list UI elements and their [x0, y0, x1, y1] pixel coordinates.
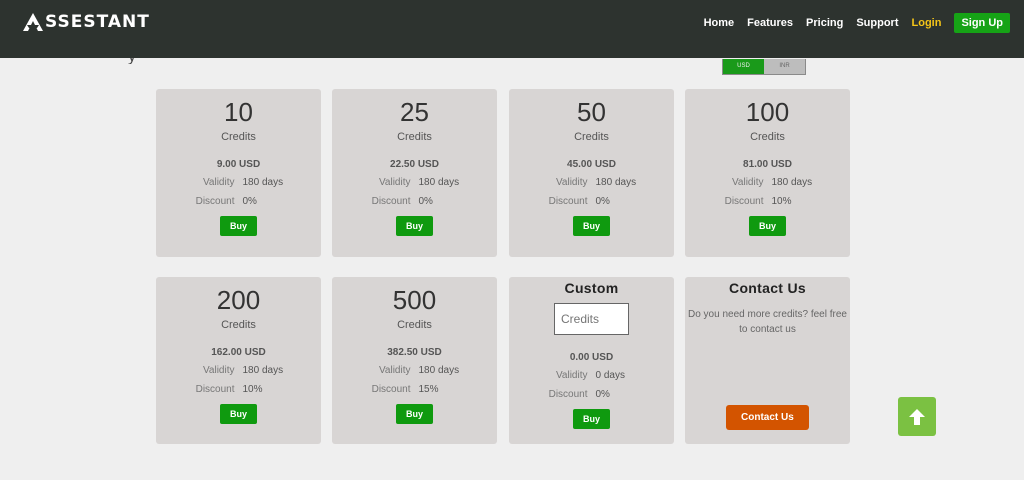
discount-label: Discount: [371, 384, 411, 395]
plan-price: 81.00 USD: [743, 159, 792, 170]
plan-price: 22.50 USD: [390, 159, 439, 170]
plan-card-10: 10 Credits 9.00 USD Validity 180 days Dis…: [156, 89, 321, 257]
main-nav: Home Features Pricing Support Login Sign…: [704, 13, 1010, 33]
logo-a-icon: [23, 13, 43, 31]
discount-value: 10%: [771, 196, 792, 207]
scroll-to-top-button[interactable]: [898, 397, 936, 436]
discount-value: 10%: [242, 384, 263, 395]
validity-value: 180 days: [418, 177, 460, 188]
discount-value: 0%: [418, 196, 433, 207]
discount-label: Discount: [724, 196, 764, 207]
discount-label: Discount: [195, 384, 235, 395]
validity-label: Validity: [203, 177, 235, 188]
plan-credits-amount: 50: [577, 97, 606, 127]
discount-label: Discount: [548, 196, 588, 207]
navbar: SSESTANT Home Features Pricing Support L…: [0, 0, 1024, 58]
validity-label: Validity: [556, 370, 588, 381]
custom-plan-card: Custom 0.00 USD Validity 0 days Discount 0…: [509, 277, 674, 444]
plan-card-50: 50 Credits 45.00 USD Validity 180 days Di…: [509, 89, 674, 257]
buy-button[interactable]: Buy: [748, 216, 786, 236]
custom-credits-input[interactable]: [554, 303, 629, 335]
discount-label: Discount: [371, 196, 411, 207]
plan-credits-label: Credits: [574, 131, 609, 143]
brand-name: SSESTANT: [45, 12, 150, 32]
arrow-up-icon: [909, 408, 925, 425]
validity-value: 0 days: [595, 370, 625, 381]
plan-credits-amount: 100: [745, 97, 790, 127]
plan-credits-label: Credits: [397, 131, 432, 143]
buy-button[interactable]: Buy: [219, 404, 257, 424]
signup-button[interactable]: Sign Up: [954, 13, 1010, 33]
validity-value: 180 days: [242, 177, 284, 188]
section-heading-clipped: y: [120, 58, 160, 64]
nav-support-link[interactable]: Support: [856, 17, 898, 29]
plan-credits-amount: 500: [392, 285, 437, 315]
nav-pricing-link[interactable]: Pricing: [806, 17, 843, 29]
buy-button[interactable]: Buy: [219, 216, 257, 236]
plan-credits-label: Credits: [750, 131, 785, 143]
discount-value: 15%: [418, 384, 439, 395]
currency-option-usd[interactable]: USD: [723, 59, 764, 74]
validity-label: Validity: [203, 365, 235, 376]
discount-value: 0%: [242, 196, 257, 207]
currency-option-inr[interactable]: INR: [764, 59, 805, 74]
validity-label: Validity: [556, 177, 588, 188]
nav-features-link[interactable]: Features: [747, 17, 793, 29]
validity-value: 180 days: [242, 365, 284, 376]
validity-label: Validity: [379, 177, 411, 188]
custom-plan-price: 0.00 USD: [569, 352, 614, 363]
plan-price: 162.00 USD: [211, 347, 266, 358]
plan-card-200: 200 Credits 162.00 USD Validity 180 days …: [156, 277, 321, 444]
plan-credits-amount: 200: [216, 285, 261, 315]
validity-value: 180 days: [771, 177, 813, 188]
validity-label: Validity: [732, 177, 764, 188]
currency-toggle[interactable]: USD INR: [722, 59, 806, 75]
plan-credits-amount: 25: [400, 97, 429, 127]
custom-plan-title: Custom: [564, 280, 619, 296]
buy-button[interactable]: Buy: [395, 404, 433, 424]
plan-price: 9.00 USD: [216, 159, 261, 170]
buy-button[interactable]: Buy: [395, 216, 433, 236]
validity-value: 180 days: [595, 177, 637, 188]
plan-card-500: 500 Credits 382.50 USD Validity 180 days …: [332, 277, 497, 444]
validity-label: Validity: [379, 365, 411, 376]
discount-label: Discount: [548, 389, 588, 400]
contact-us-button[interactable]: Contact Us: [726, 405, 809, 430]
plan-credits-label: Credits: [221, 131, 256, 143]
discount-label: Discount: [195, 196, 235, 207]
nav-home-link[interactable]: Home: [704, 17, 735, 29]
discount-value: 0%: [595, 196, 610, 207]
plan-price: 382.50 USD: [387, 347, 442, 358]
plan-credits-label: Credits: [221, 319, 256, 331]
brand-logo[interactable]: SSESTANT: [22, 10, 150, 34]
contact-description: Do you need more credits? feel free to c…: [688, 309, 847, 335]
custom-buy-button[interactable]: Buy: [572, 409, 610, 429]
discount-value: 0%: [595, 389, 610, 400]
buy-button[interactable]: Buy: [572, 216, 610, 236]
plan-credits-amount: 10: [224, 97, 253, 127]
plan-price: 45.00 USD: [567, 159, 616, 170]
contact-title: Contact Us: [729, 280, 806, 296]
validity-value: 180 days: [418, 365, 460, 376]
contact-card: Contact Us Do you need more credits? fee…: [685, 277, 850, 444]
plan-card-25: 25 Credits 22.50 USD Validity 180 days Di…: [332, 89, 497, 257]
plan-card-100: 100 Credits 81.00 USD Validity 180 days D…: [685, 89, 850, 257]
nav-login-link[interactable]: Login: [912, 17, 942, 29]
plan-credits-label: Credits: [397, 319, 432, 331]
